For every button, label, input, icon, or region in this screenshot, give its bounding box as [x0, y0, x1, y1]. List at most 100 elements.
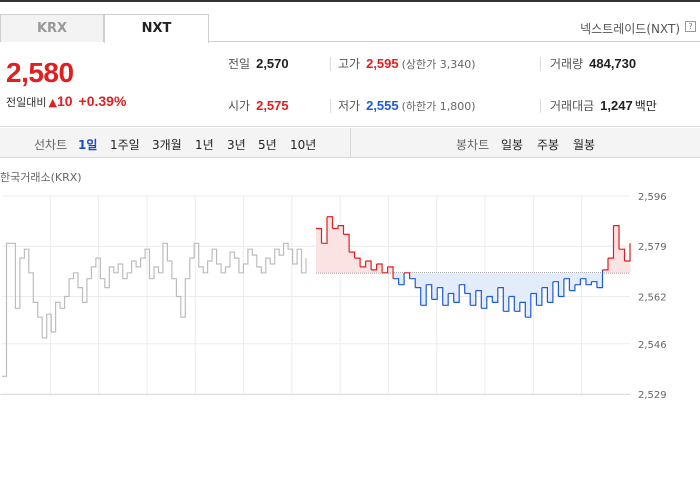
period-bar: 선차트 1일 1주일 3개월 1년 3년 5년 10년 봉차트 일봉 주봉 월봉 [0, 128, 700, 158]
area-fill-down [437, 272, 444, 288]
area-fill-up [607, 258, 614, 273]
area-fill-down [596, 272, 603, 288]
series-line-nxt-segment [332, 225, 339, 230]
area-fill-down [552, 272, 559, 282]
area-fill-down [415, 272, 421, 288]
change-value: 10 [56, 93, 73, 109]
change-percent: +0.39% [78, 93, 127, 109]
price-summary: 2,580 전일대비 ▲10 +0.39% 전일 2,570 고가 2,595 (상한가 … [0, 43, 700, 127]
series-line-nxt-segment [426, 284, 433, 300]
stat-value: 1,247 [600, 98, 633, 113]
period-1w[interactable]: 1주일 [110, 136, 140, 153]
area-fill-down [475, 272, 482, 291]
price-line-chart: 2,596 2,579 2,562 2,546 2,529 [2, 192, 667, 401]
candle-chart-label: 봉차트 [456, 138, 490, 152]
area-fill-down [508, 272, 515, 297]
area-fill-up [360, 266, 366, 273]
candle-daily[interactable]: 일봉 [501, 136, 523, 153]
area-fill-down [541, 272, 548, 288]
stat-value: 2,570 [256, 56, 289, 71]
series-line-nxt-segment [475, 290, 482, 309]
help-icon[interactable]: ? [685, 21, 696, 32]
current-price: 2,580 [6, 57, 74, 88]
divider [540, 99, 541, 113]
series-line-nxt-segment [563, 278, 570, 291]
y-tick-label: 2,596 [638, 192, 667, 203]
top-border [0, 0, 700, 2]
divider [330, 57, 331, 71]
stat-unit: 백만 [634, 99, 657, 113]
lower-limit: (하한가 1,800) [401, 100, 476, 113]
series-line-nxt-segment [519, 301, 526, 318]
series-line-nxt-segment [321, 216, 328, 244]
series-line-nxt-segment [552, 281, 559, 297]
upper-limit: (상한가 3,340) [401, 58, 476, 71]
area-fill-down [486, 272, 493, 297]
candle-weekly[interactable]: 주봉 [537, 136, 559, 153]
area-fill-down [530, 272, 537, 294]
series-line-nxt-segment [608, 225, 615, 259]
area-fill-down [393, 272, 399, 279]
period-5y[interactable]: 5년 [258, 136, 277, 153]
area-fill-down [459, 272, 466, 285]
stat-high: 고가 2,595 (상한가 3,340) [338, 55, 476, 72]
period-3y[interactable]: 3년 [227, 136, 246, 153]
period-10y[interactable]: 10년 [290, 136, 316, 153]
area-fill-down [580, 272, 587, 279]
area-fill-down [497, 272, 504, 288]
stat-amount: 거래대금 1,247 백만 [550, 97, 657, 114]
candle-monthly[interactable]: 월봉 [573, 136, 595, 153]
divider [540, 57, 541, 71]
tab-krx[interactable]: KRX [0, 14, 104, 42]
area-fill-down [470, 272, 477, 306]
series-line-nxt-segment [591, 281, 598, 288]
nxt-market-title: 넥스트레이드(NXT) [580, 22, 680, 36]
series-line-nxt-segment [371, 264, 378, 271]
period-1d[interactable]: 1일 [78, 136, 97, 153]
y-tick-label: 2,546 [638, 340, 667, 351]
period-divider [350, 128, 351, 158]
area-fill-up [349, 252, 355, 273]
area-fill-down [563, 272, 570, 279]
series-line-nxt-segment [497, 287, 504, 312]
divider [330, 99, 331, 113]
stat-label: 고가 [338, 57, 361, 71]
y-tick-label: 2,529 [638, 390, 667, 401]
stat-value: 2,555 [366, 98, 399, 113]
series-line-nxt-segment [459, 284, 466, 294]
period-1y[interactable]: 1년 [195, 136, 214, 153]
period-3m[interactable]: 3개월 [152, 136, 182, 153]
price-change: 전일대비 ▲10 +0.39% [6, 93, 126, 110]
stat-label: 저가 [338, 99, 361, 113]
stat-label: 거래량 [550, 57, 584, 71]
series-line-nxt-segment [448, 292, 455, 303]
area-fill-up [332, 228, 339, 273]
area-fill-up [354, 258, 361, 273]
series-line-nxt-segment [409, 278, 416, 288]
series-line-nxt-segment [541, 287, 548, 303]
area-fill-down [464, 272, 471, 294]
series-line-nxt-segment [486, 295, 493, 303]
tab-nxt[interactable]: NXT [104, 14, 209, 43]
stat-value: 2,575 [256, 98, 289, 113]
y-tick-label: 2,562 [638, 292, 667, 303]
series-line-nxt-segment [404, 272, 411, 279]
area-fill-down [536, 272, 543, 306]
series-line-nxt-segment [393, 278, 400, 285]
stat-value: 484,730 [589, 56, 637, 71]
area-fill-up [624, 261, 631, 273]
up-triangle-icon: ▲ [48, 96, 57, 109]
line-chart-label: 선차트 [34, 138, 68, 152]
stat-label: 전일 [228, 57, 251, 71]
series-line-nxt-segment [602, 258, 609, 271]
series-line-nxt-segment [464, 292, 471, 306]
stat-open: 시가 2,575 [228, 97, 289, 114]
change-label: 전일대비 [6, 96, 47, 109]
stat-low: 저가 2,555 (하한가 1,800) [338, 97, 476, 114]
chart-bottom-border [0, 394, 630, 395]
series-line-nxt-segment [382, 266, 389, 274]
area-fill-down [426, 272, 432, 285]
stat-label: 거래대금 [550, 99, 595, 113]
stat-value: 2,595 [366, 56, 399, 71]
stat-prev-close: 전일 2,570 [228, 55, 289, 72]
